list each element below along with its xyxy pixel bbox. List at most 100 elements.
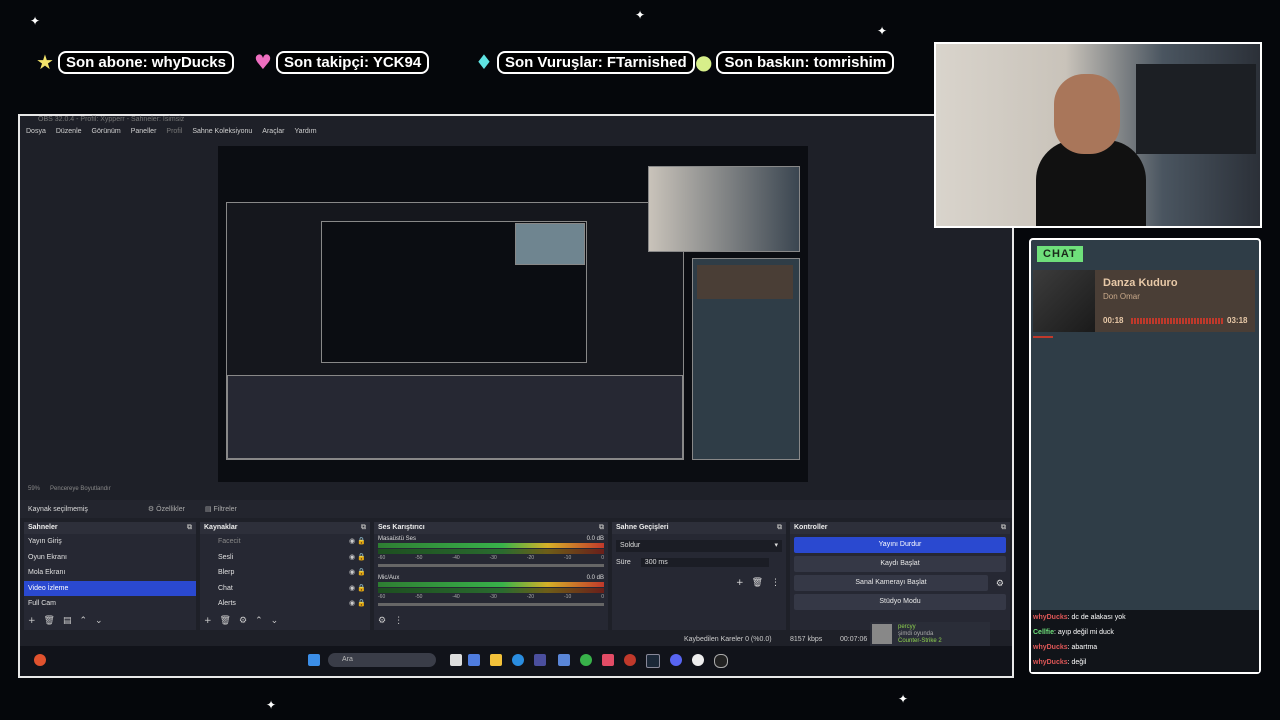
eye-icon[interactable]: ◉ 🔒 — [349, 565, 366, 581]
windows-start-icon[interactable] — [308, 654, 320, 666]
up-icon[interactable]: ⌃ — [80, 616, 88, 626]
chat-user: whyDucks — [1033, 614, 1068, 621]
menu-docks[interactable]: Paneller — [131, 128, 157, 142]
menu-scene-collection[interactable]: Sahne Koleksiyonu — [192, 128, 252, 142]
sources-title: Kaynaklar ⧉ — [200, 522, 370, 534]
app-icon[interactable] — [534, 654, 546, 666]
chevron-down-icon: ▾ — [774, 542, 778, 549]
properties-button[interactable]: ⚙ Özellikler — [148, 505, 185, 513]
gear-icon[interactable]: ⚙ — [239, 616, 247, 626]
volume-slider[interactable] — [378, 603, 604, 606]
chat-text: : dc de alakası yok — [1067, 614, 1126, 621]
chat-message: whyDucks: abartma — [1031, 640, 1259, 655]
eye-icon[interactable]: ◉ 🔒 — [349, 596, 366, 612]
add-icon[interactable]: + — [736, 578, 744, 588]
trash-icon[interactable]: 🗑 — [44, 616, 55, 626]
chrome-icon[interactable] — [714, 654, 728, 668]
transition-select[interactable]: Soldur ▾ — [616, 540, 782, 552]
undock-icon[interactable]: ⧉ — [777, 522, 782, 534]
preview-canvas[interactable] — [218, 146, 808, 482]
scene-item[interactable]: Mola Ekranı — [24, 565, 196, 581]
mixer-channel: Mic/Aux 0.0 dB -60 -50 -40 -30 -20 -10 0 — [374, 569, 608, 608]
zoom-fit[interactable]: Pencereye Boyutlandır — [50, 486, 111, 496]
window-title: OBS 32.0.4 - Profil: Xypperr - Sahneler:… — [38, 116, 185, 123]
menu-profile[interactable]: Profil — [166, 128, 182, 142]
widgets-icon[interactable] — [468, 654, 480, 666]
chat-message: whyDucks: dc de alakası yok — [1031, 610, 1259, 625]
heart-icon: ♥ — [254, 50, 272, 74]
sources-footer: + 🗑 ⚙ ⌃ ⌄ — [204, 616, 278, 626]
app-icon[interactable] — [34, 654, 46, 666]
undock-icon[interactable]: ⧉ — [1001, 522, 1006, 534]
eye-icon[interactable]: ◉ 🔒 — [349, 534, 366, 550]
notification-user: percyy — [898, 624, 916, 630]
gear-icon[interactable]: ⚙ — [378, 616, 386, 626]
trash-icon[interactable]: 🗑 — [752, 578, 763, 588]
folder-icon[interactable] — [490, 654, 502, 666]
transitions-dock: Sahne Geçişleri ⧉ Soldur ▾ Süre 300 ms + 🗑… — [612, 522, 786, 630]
menu-edit[interactable]: Düzenle — [56, 128, 82, 142]
trash-icon[interactable]: 🗑 — [220, 616, 231, 626]
scene-item[interactable]: Full Cam — [24, 596, 196, 612]
down-icon[interactable]: ⌄ — [95, 616, 103, 626]
eye-icon[interactable]: ◉ 🔒 — [349, 581, 366, 597]
source-item[interactable]: Sesli ◉ 🔒 — [200, 550, 370, 566]
more-icon[interactable]: ⋮ — [771, 578, 780, 588]
source-item[interactable]: Facecit ◉ 🔒 — [200, 534, 370, 550]
stop-stream-button[interactable]: Yayını Durdur — [794, 537, 1006, 553]
volume-slider[interactable] — [378, 564, 604, 567]
scene-item-selected[interactable]: Video İzleme — [24, 580, 196, 596]
mail-icon[interactable] — [558, 654, 570, 666]
start-recording-button[interactable]: Kaydı Başlat — [794, 556, 1006, 572]
scenes-title-text: Sahneler — [28, 524, 58, 531]
menu-tools[interactable]: Araçlar — [262, 128, 284, 142]
chat-message: whyDucks: değil — [1031, 655, 1259, 670]
studio-mode-button[interactable]: Stüdyo Modu — [794, 594, 1006, 610]
menu-view[interactable]: Görünüm — [92, 128, 121, 142]
source-label: Sesli — [218, 553, 234, 561]
undock-icon[interactable]: ⧉ — [361, 522, 366, 534]
add-icon[interactable]: + — [28, 616, 36, 626]
zoom-level[interactable]: 59% — [28, 486, 40, 496]
filter-icon[interactable]: ▤ — [63, 616, 72, 626]
eye-icon[interactable]: ◉ 🔒 — [349, 550, 366, 566]
start-virtualcam-button[interactable]: Sanal Kamerayı Başlat — [794, 575, 988, 591]
more-icon[interactable]: ⋮ — [394, 616, 403, 626]
obs-window: OBS 32.0.4 - Profil: Xypperr - Sahneler:… — [18, 114, 1014, 678]
app-icon[interactable] — [692, 654, 704, 666]
source-item[interactable]: Chat ◉ 🔒 — [200, 581, 370, 597]
obs-icon[interactable] — [624, 654, 636, 666]
up-icon[interactable]: ⌃ — [255, 616, 263, 626]
undock-icon[interactable]: ⧉ — [599, 522, 604, 534]
progress-marker — [1033, 336, 1053, 338]
filters-button[interactable]: ▤ Filtreler — [205, 505, 237, 513]
add-icon[interactable]: + — [204, 616, 212, 626]
sparkle-icon: ✦ — [635, 8, 646, 22]
menu-help[interactable]: Yardım — [294, 128, 316, 142]
sources-dock: Kaynaklar ⧉ Facecit ◉ 🔒 Sesli ◉ 🔒 Blerp ◉ 🔒 … — [200, 522, 370, 630]
scene-item[interactable]: Oyun Ekranı — [24, 550, 196, 566]
taskbar-search[interactable]: Ara — [328, 653, 436, 667]
scene-item[interactable]: Yayın Giriş — [24, 534, 196, 550]
source-label: Facecit — [218, 538, 241, 545]
taskview-icon[interactable] — [450, 654, 462, 666]
steam-icon[interactable] — [646, 654, 660, 668]
sparkle-icon: ✦ — [898, 692, 909, 706]
menu-bar: Dosya Düzenle Görünüm Paneller Profil Sa… — [20, 128, 317, 142]
app-icon[interactable] — [602, 654, 614, 666]
sparkle-icon: ✦ — [30, 14, 41, 28]
menu-file[interactable]: Dosya — [26, 128, 46, 142]
undock-icon[interactable]: ⧉ — [187, 522, 192, 534]
spotify-icon[interactable] — [580, 654, 592, 666]
preview-nested-obs — [226, 202, 684, 460]
source-item[interactable]: Alerts ◉ 🔒 — [200, 596, 370, 612]
scenes-dock: Sahneler ⧉ Yayın Giriş Oyun Ekranı Mola E… — [24, 522, 196, 630]
edge-icon[interactable] — [512, 654, 524, 666]
steam-notification[interactable]: percyy şimdi oyunda Counter-Strike 2 — [870, 622, 990, 646]
down-icon[interactable]: ⌄ — [271, 616, 279, 626]
gear-icon[interactable]: ⚙ — [996, 578, 1004, 589]
source-item[interactable]: Blerp ◉ 🔒 — [200, 565, 370, 581]
discord-icon[interactable] — [670, 654, 682, 666]
duration-input[interactable]: 300 ms — [640, 558, 769, 567]
volume-meter — [378, 549, 604, 554]
